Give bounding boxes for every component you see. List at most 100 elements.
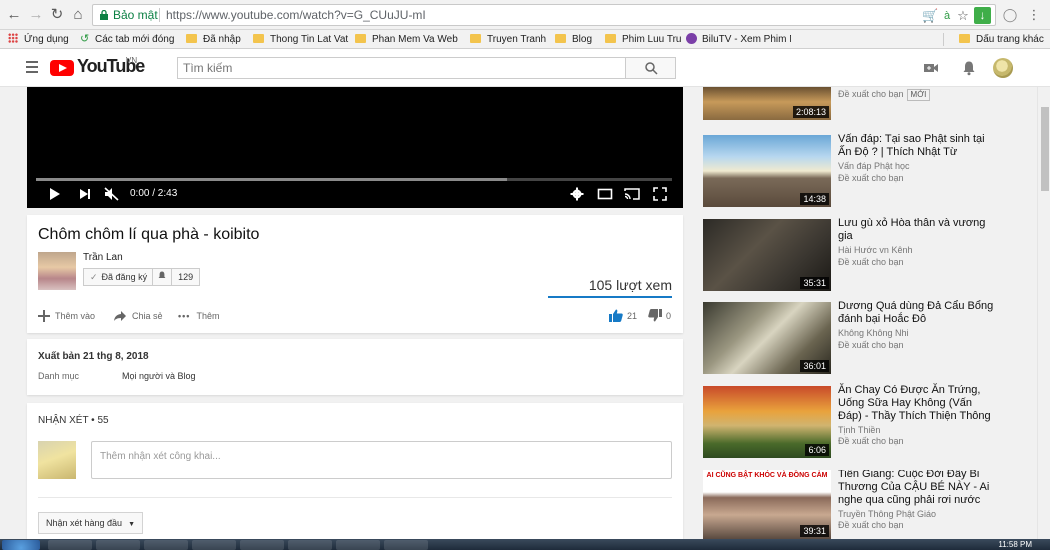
category-value[interactable]: Mọi người và Blog (122, 371, 195, 381)
page-scrollbar[interactable] (1037, 87, 1050, 539)
secure-label: Bảo mật (113, 8, 158, 22)
plus-icon (38, 310, 50, 322)
url-text[interactable]: https://www.youtube.com/watch?v=G_CUuJU-… (166, 5, 426, 25)
recommended-label: Đề xuất cho bạn (838, 340, 904, 350)
video-info-card: Chôm chôm lí qua phà - koibito Trần Lan … (27, 215, 683, 333)
video-thumbnail[interactable]: 36:01 (703, 302, 831, 374)
recommended-label: Đề xuất cho bạn (838, 520, 904, 530)
theater-mode-icon[interactable] (597, 187, 613, 201)
recommended-label: Đề xuất cho bạn MỚI (838, 89, 931, 101)
video-title[interactable]: Dương Quá dùng Đả Cẩu Bổng đánh bại Hoắc… (838, 300, 996, 326)
like-button[interactable]: 21 (609, 309, 637, 323)
address-bar[interactable]: Bảo mật https://www.youtube.com/watch?v=… (92, 4, 996, 26)
taskbar-app[interactable] (384, 540, 428, 550)
star-icon[interactable]: ☆ (955, 8, 971, 24)
menu-dots-icon[interactable]: ⋮ (1026, 7, 1042, 23)
subscribed-label: Đã đăng ký (101, 272, 148, 282)
taskbar-app[interactable] (336, 540, 380, 550)
video-duration: 36:01 (800, 360, 829, 372)
bookmark-folder[interactable]: Thong Tin Lat Vat (253, 30, 348, 49)
video-player[interactable]: 0:00 / 2:43 (27, 87, 683, 208)
muted-volume-icon[interactable] (104, 187, 120, 201)
forward-arrow-icon[interactable]: → (28, 7, 44, 23)
back-arrow-icon[interactable]: ← (6, 7, 22, 23)
sort-comments-dropdown[interactable]: Nhận xét hàng đầu ▼ (38, 512, 143, 534)
settings-gear-icon[interactable] (570, 187, 584, 201)
sidebar-video-item[interactable]: AI CŨNG BẬT KHÓC VÀ ĐỒNG CẢM 39:31 Tiền … (703, 470, 1003, 539)
channel-name: Hài Hước vn Kênh (838, 245, 913, 255)
shield-extension-icon[interactable]: ◯ (1002, 7, 1018, 23)
new-badge: MỚI (906, 89, 931, 101)
video-thumbnail[interactable]: 6:06 (703, 386, 831, 458)
video-thumbnail[interactable]: 35:31 (703, 219, 831, 291)
more-dots-icon: ••• (178, 311, 191, 321)
subscribed-button[interactable]: ✓ Đã đăng ký 129 (83, 268, 201, 286)
search-input[interactable]: Tìm kiếm (177, 57, 626, 79)
sidebar-video-item[interactable]: 35:31 Lưu gù xỏ Hòa thân và vương gia Hà… (703, 217, 1003, 292)
shopping-cart-icon[interactable]: 🛒 (922, 8, 938, 24)
video-title[interactable]: Lưu gù xỏ Hòa thân và vương gia (838, 217, 996, 243)
channel-name[interactable]: Trần Lan (83, 252, 123, 263)
sidebar-video-item[interactable]: 14:38 Vấn đáp: Tại sao Phật sinh tại Ấn … (703, 133, 1003, 208)
add-to-button[interactable]: Thêm vào (38, 309, 95, 323)
cast-icon[interactable] (624, 187, 640, 201)
bookmark-recent-tabs[interactable]: ↺ Các tab mới đóng (80, 30, 174, 49)
next-icon[interactable] (78, 187, 92, 201)
description-card: Xuất bản 21 thg 8, 2018 Danh mục Mọi ngư… (27, 339, 683, 395)
bookmark-folder[interactable]: Truyen Tranh (470, 30, 546, 49)
video-thumbnail[interactable]: AI CŨNG BẬT KHÓC VÀ ĐỒNG CẢM 39:31 (703, 470, 831, 539)
share-arrow-icon (114, 311, 126, 321)
reload-icon[interactable]: ↻ (49, 7, 65, 23)
subscriber-count: 129 (178, 272, 194, 282)
channel-avatar[interactable] (38, 252, 76, 290)
taskbar-app[interactable] (144, 540, 188, 550)
apps-grid-icon (8, 33, 18, 43)
share-button[interactable]: Chia sẻ (113, 309, 163, 323)
home-icon[interactable]: ⌂ (70, 7, 86, 23)
scrollbar-thumb[interactable] (1041, 107, 1049, 191)
bookmark-folder[interactable]: Đã nhập (186, 30, 241, 49)
bookmarks-bar: Ứng dụng ↺ Các tab mới đóng Đã nhập Thong… (0, 30, 1050, 49)
taskbar-app[interactable] (96, 540, 140, 550)
more-button[interactable]: ••• Thêm (178, 309, 219, 323)
video-title[interactable]: Tiền Giang: Cuộc Đời Đầy Bi Thương Của C… (838, 470, 996, 507)
sidebar-video-item[interactable]: 2:08:13 Đề xuất cho bạn MỚI (703, 71, 1003, 120)
progress-bar[interactable] (36, 178, 672, 181)
system-clock: 11:58 PM (998, 540, 1032, 549)
play-icon[interactable] (47, 187, 61, 201)
bookmark-folder[interactable]: Blog (555, 30, 592, 49)
video-thumbnail[interactable]: 14:38 (703, 135, 831, 207)
search-button[interactable] (625, 57, 676, 79)
user-avatar (38, 441, 76, 479)
folder-icon (959, 34, 970, 43)
bookmark-other[interactable]: Dấu trang khác (959, 30, 1044, 49)
comment-input[interactable]: Thêm nhận xét công khai... (91, 441, 672, 479)
bookmark-folder[interactable]: Phim Luu Tru (605, 30, 681, 49)
browser-toolbar: ← → ↻ ⌂ Bảo mật https://www.youtube.com/… (0, 0, 1050, 30)
bookmark-apps[interactable]: Ứng dụng (8, 30, 69, 49)
bookmark-folder[interactable]: Phan Mem Va Web (355, 30, 458, 49)
video-title[interactable]: Ăn Chay Có Được Ăn Trứng, Uống Sữa Hay K… (838, 384, 996, 423)
sidebar-video-item[interactable]: 6:06 Ăn Chay Có Được Ăn Trứng, Uống Sữa … (703, 384, 1003, 459)
taskbar-app[interactable] (192, 540, 236, 550)
start-button[interactable] (2, 540, 40, 550)
fullscreen-icon[interactable] (653, 187, 667, 201)
recommended-label: Đề xuất cho bạn (838, 173, 904, 183)
taskbar-app[interactable] (48, 540, 92, 550)
video-title[interactable]: Vấn đáp: Tại sao Phật sinh tại Ấn Độ ? |… (838, 133, 996, 159)
dislike-button[interactable]: 0 (648, 309, 671, 323)
translate-icon[interactable]: à (939, 8, 955, 24)
video-thumbnail[interactable]: 2:08:13 (703, 87, 831, 120)
taskbar-app[interactable] (288, 540, 332, 550)
download-icon[interactable]: ↓ (974, 7, 991, 24)
channel-name: Tịnh Thiền (838, 425, 881, 435)
video-duration: 39:31 (800, 525, 829, 537)
bookmark-bilutv[interactable]: BiluTV - Xem Phim N (686, 30, 791, 49)
taskbar-app[interactable] (240, 540, 284, 550)
notification-bell-icon[interactable] (153, 269, 173, 285)
folder-icon (355, 34, 366, 43)
bookmarks-divider (943, 33, 944, 46)
folder-icon (253, 34, 264, 43)
hamburger-menu-icon[interactable] (26, 61, 38, 73)
sidebar-video-item[interactable]: 36:01 Dương Quá dùng Đả Cẩu Bổng đánh bạ… (703, 300, 1003, 375)
